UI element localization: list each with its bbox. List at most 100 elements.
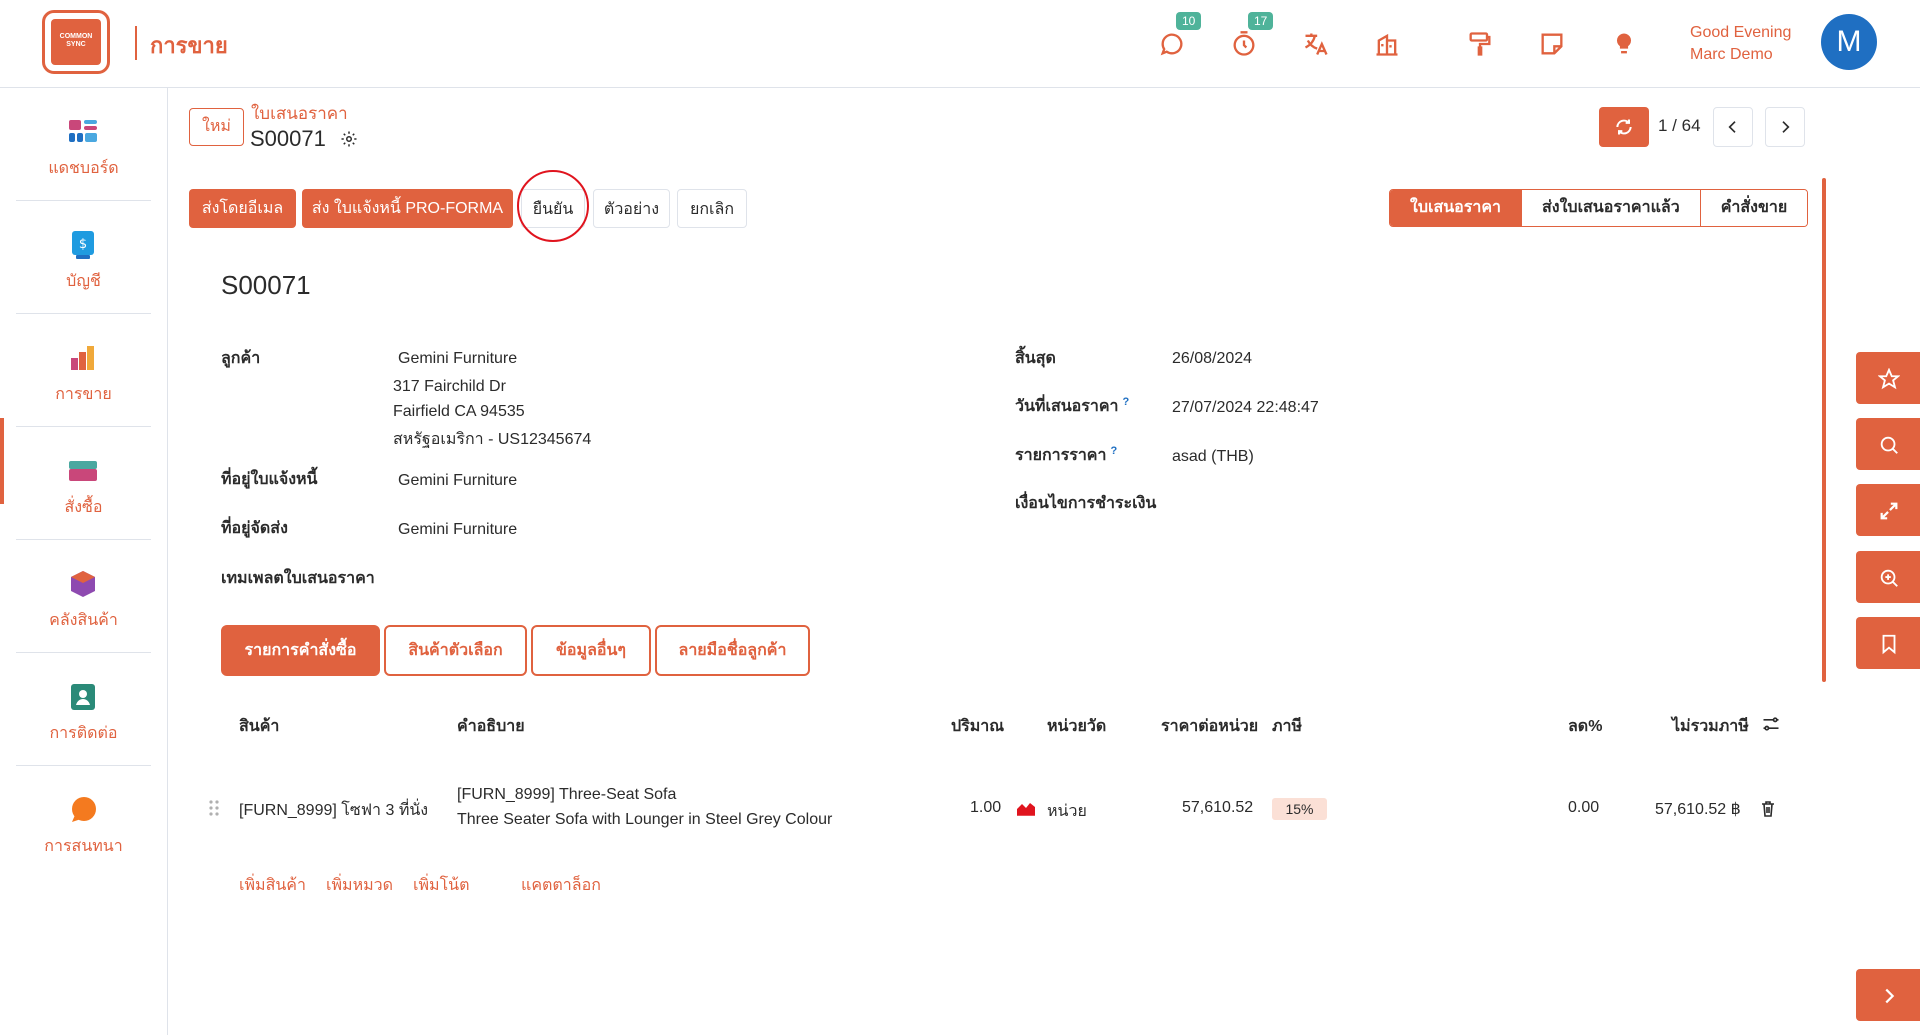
bookmark-icon — [1882, 634, 1896, 655]
pricelist-label: รายการราคา? — [1015, 443, 1117, 468]
pager-value[interactable]: 1 / 64 — [1658, 116, 1701, 136]
cell-quantity[interactable]: 1.00 — [970, 799, 1001, 817]
sidebar: แดชบอร์ด $ บัญชี การขาย สั่งซื้อ คลังสิน… — [0, 88, 168, 1035]
greeting-user: Marc Demo — [1690, 46, 1773, 63]
pager-previous-button[interactable] — [1713, 107, 1753, 147]
cell-subtotal: 57,610.52 ฿ — [1655, 801, 1741, 818]
column-header-uom[interactable]: หน่วยวัด — [1047, 714, 1106, 739]
new-button[interactable]: ใหม่ — [189, 108, 244, 146]
stage-quotation-sent[interactable]: ส่งใบเสนอราคาแล้ว — [1522, 190, 1701, 226]
add-section-link[interactable]: เพิ่มหมวด — [326, 873, 393, 898]
rail-zoom-button[interactable] — [1856, 551, 1920, 603]
purchase-icon — [69, 461, 97, 481]
app-logo[interactable]: COMMON SYNC — [42, 10, 110, 74]
contacts-icon — [71, 684, 95, 710]
cell-description-line2[interactable]: Three Seater Sofa with Lounger in Steel … — [457, 811, 832, 829]
sidebar-item-dashboard[interactable]: แดชบอร์ด — [16, 88, 151, 201]
column-header-taxes[interactable]: ภาษี — [1272, 714, 1302, 739]
app-title[interactable]: การขาย — [150, 28, 228, 63]
chat-badge: 10 — [1176, 12, 1202, 30]
sidebar-item-purchase[interactable]: สั่งซื้อ — [16, 427, 151, 540]
cell-discount[interactable]: 0.00 — [1568, 799, 1599, 817]
pricelist-field[interactable]: asad (THB) — [1172, 448, 1254, 466]
customer-label: ลูกค้า — [221, 350, 261, 367]
rail-search-button[interactable] — [1856, 418, 1920, 470]
customer-field[interactable]: Gemini Furniture — [398, 350, 517, 368]
breadcrumb-parent[interactable]: ใบเสนอราคา — [251, 100, 348, 127]
tab-other-info[interactable]: ข้อมูลอื่นๆ — [531, 625, 651, 676]
tab-order-lines[interactable]: รายการคำสั่งซื้อ — [221, 625, 380, 676]
quotation-date-label-text: วันที่เสนอราคา — [1015, 398, 1119, 415]
cancel-button[interactable]: ยกเลิก — [677, 189, 747, 228]
search-icon — [1880, 436, 1898, 454]
chat-icon[interactable]: 10 — [1158, 12, 1202, 58]
catalog-link[interactable]: แคตตาล็อก — [521, 873, 601, 898]
cell-product[interactable]: [FURN_8999] โซฟา 3 ที่นั่ง — [239, 798, 428, 823]
stage-sales-order[interactable]: คำสั่งขาย — [1700, 190, 1808, 226]
column-header-description[interactable]: คำอธิบาย — [457, 714, 525, 739]
column-header-discount[interactable]: ลด% — [1568, 714, 1602, 739]
optional-columns-icon[interactable] — [1761, 714, 1781, 734]
cell-uom[interactable]: หน่วย — [1047, 799, 1087, 824]
pager-next-button[interactable] — [1765, 107, 1805, 147]
proforma-button[interactable]: ส่ง ใบแจ้งหนี้ PRO-FORMA — [302, 189, 513, 228]
add-product-link[interactable]: เพิ่มสินค้า — [239, 873, 306, 898]
customer-address-line2: Fairfield CA 94535 — [393, 403, 525, 420]
timer-icon[interactable]: 17 — [1230, 12, 1274, 58]
quotation-date-field[interactable]: 27/07/2024 22:48:47 — [1172, 399, 1319, 417]
star-icon — [1878, 368, 1900, 390]
rail-bookmark-button[interactable] — [1856, 617, 1920, 669]
payment-terms-label: เงื่อนไขการชำระเงิน — [1015, 495, 1157, 512]
gear-icon[interactable] — [340, 130, 358, 148]
help-icon[interactable]: ? — [1123, 396, 1130, 408]
invoice-address-field[interactable]: Gemini Furniture — [398, 472, 517, 490]
send-email-button[interactable]: ส่งโดยอีเมล — [189, 189, 296, 228]
sidebar-item-accounting[interactable]: $ บัญชี — [16, 201, 151, 314]
drag-handle-icon[interactable] — [207, 798, 221, 818]
paint-roller-icon[interactable] — [1466, 30, 1494, 58]
cell-unit-price[interactable]: 57,610.52 — [1182, 799, 1253, 817]
expiration-field[interactable]: 26/08/2024 — [1172, 350, 1252, 368]
cell-description-line1[interactable]: [FURN_8999] Three-Seat Sofa — [457, 786, 676, 804]
top-bar: COMMON SYNC การขาย 10 17 Good Evening Ma… — [0, 0, 1920, 88]
rail-favorite-button[interactable] — [1856, 352, 1920, 404]
preview-button[interactable]: ตัวอย่าง — [593, 189, 670, 228]
chatter-resize-handle[interactable] — [1822, 178, 1826, 682]
company-icon[interactable] — [1373, 30, 1401, 58]
add-note-link[interactable]: เพิ่มโน้ต — [413, 873, 469, 898]
user-avatar[interactable]: M — [1821, 14, 1877, 70]
svg-text:$: $ — [79, 237, 87, 252]
lightbulb-icon[interactable] — [1610, 30, 1638, 58]
column-header-quantity[interactable]: ปริมาณ — [951, 714, 1004, 739]
stage-quotation[interactable]: ใบเสนอราคา — [1390, 190, 1523, 226]
column-header-unit-price[interactable]: ราคาต่อหน่วย — [1161, 714, 1258, 739]
zoom-in-icon — [1880, 569, 1898, 587]
sidebar-item-inventory[interactable]: คลังสินค้า — [16, 540, 151, 653]
delivery-address-label: ที่อยู่จัดส่ง — [221, 520, 288, 537]
language-icon[interactable] — [1302, 30, 1330, 58]
sidebar-item-contacts[interactable]: การติดต่อ — [16, 653, 151, 766]
sidebar-item-discuss[interactable]: การสนทนา — [16, 766, 151, 879]
delivery-address-field[interactable]: Gemini Furniture — [398, 521, 517, 539]
sidebar-label-discuss: การสนทนา — [44, 838, 123, 855]
trash-icon[interactable] — [1761, 801, 1775, 817]
pricelist-label-text: รายการราคา — [1015, 447, 1107, 464]
quotation-template-label: เทมเพลตใบเสนอราคา — [221, 570, 375, 587]
rail-expand-button[interactable] — [1856, 484, 1920, 536]
sidebar-item-sales[interactable]: การขาย — [16, 314, 151, 427]
help-icon[interactable]: ? — [1110, 445, 1117, 457]
expiration-label: สิ้นสุด — [1015, 350, 1056, 367]
chevron-right-icon — [1782, 121, 1790, 133]
note-icon[interactable] — [1538, 30, 1566, 58]
column-header-product[interactable]: สินค้า — [239, 714, 279, 739]
chevron-left-icon — [1728, 121, 1736, 133]
record-title: S00071 — [221, 270, 311, 300]
sidebar-label-contacts: การติดต่อ — [49, 725, 118, 742]
tab-optional-products[interactable]: สินค้าตัวเลือก — [384, 625, 527, 676]
column-header-subtotal[interactable]: ไม่รวมภาษี — [1672, 714, 1749, 739]
tab-customer-signature[interactable]: ลายมือชื่อลูกค้า — [655, 625, 810, 676]
forecast-chart-icon[interactable] — [1016, 800, 1036, 816]
rail-collapse-button[interactable] — [1856, 969, 1920, 1021]
tax-badge[interactable]: 15% — [1272, 798, 1327, 820]
refresh-button[interactable] — [1599, 107, 1649, 147]
